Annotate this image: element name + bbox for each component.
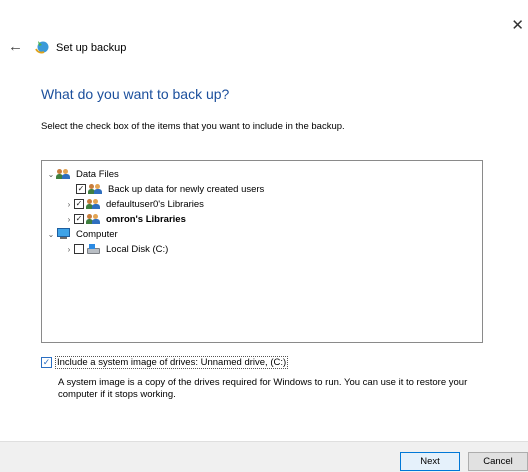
system-image-label[interactable]: Include a system image of drives: Unname… [55, 356, 289, 369]
backup-items-tree: ⌄ Data Files ✓ Back up data for newly cr… [41, 160, 483, 343]
tree-item-computer[interactable]: ⌄ Computer [46, 227, 118, 241]
instruction-text: Select the check box of the items that y… [41, 121, 345, 132]
collapse-chevron-icon[interactable]: › [64, 200, 74, 209]
checkbox[interactable] [74, 244, 84, 254]
collapse-chevron-icon[interactable]: › [64, 215, 74, 224]
users-icon [86, 213, 101, 225]
system-image-checkbox[interactable]: ✓ [41, 357, 52, 368]
tree-item-label: Back up data for newly created users [108, 183, 265, 195]
checkbox[interactable]: ✓ [76, 184, 86, 194]
tree-item-local-disk[interactable]: › Local Disk (C:) [64, 242, 169, 256]
back-arrow-button[interactable]: ← [8, 38, 23, 55]
tree-item-label: Data Files [76, 168, 119, 180]
users-icon [88, 183, 103, 195]
page-heading: What do you want to back up? [41, 86, 230, 102]
checkbox[interactable]: ✓ [74, 214, 84, 224]
expand-chevron-icon[interactable]: ⌄ [46, 230, 56, 239]
tree-item-data-files[interactable]: ⌄ Data Files [46, 167, 119, 181]
tree-item-label: defaultuser0's Libraries [106, 198, 204, 210]
close-button[interactable]: ✕ [511, 16, 524, 34]
tree-item-label: omron's Libraries [106, 213, 186, 225]
users-icon [56, 168, 71, 180]
wizard-title: Set up backup [56, 42, 127, 54]
tree-item-label: Local Disk (C:) [106, 243, 169, 255]
tree-item-omron[interactable]: › ✓ omron's Libraries [64, 212, 186, 226]
checkbox[interactable]: ✓ [74, 199, 84, 209]
system-image-option[interactable]: ✓ Include a system image of drives: Unna… [41, 356, 289, 369]
expand-chevron-icon[interactable]: ⌄ [46, 170, 56, 179]
tree-item-defaultuser0[interactable]: › ✓ defaultuser0's Libraries [64, 197, 204, 211]
cancel-button[interactable]: Cancel [468, 452, 528, 471]
backup-icon [34, 38, 50, 54]
system-image-description: A system image is a copy of the drives r… [58, 377, 468, 400]
next-button[interactable]: Next [400, 452, 460, 471]
collapse-chevron-icon[interactable]: › [64, 245, 74, 254]
footer-bar: Next Cancel [0, 441, 528, 472]
tree-item-label: Computer [76, 228, 118, 240]
tree-item-new-users[interactable]: ✓ Back up data for newly created users [76, 182, 264, 196]
users-icon [86, 198, 101, 210]
disk-icon [86, 243, 101, 255]
computer-icon [56, 228, 71, 240]
